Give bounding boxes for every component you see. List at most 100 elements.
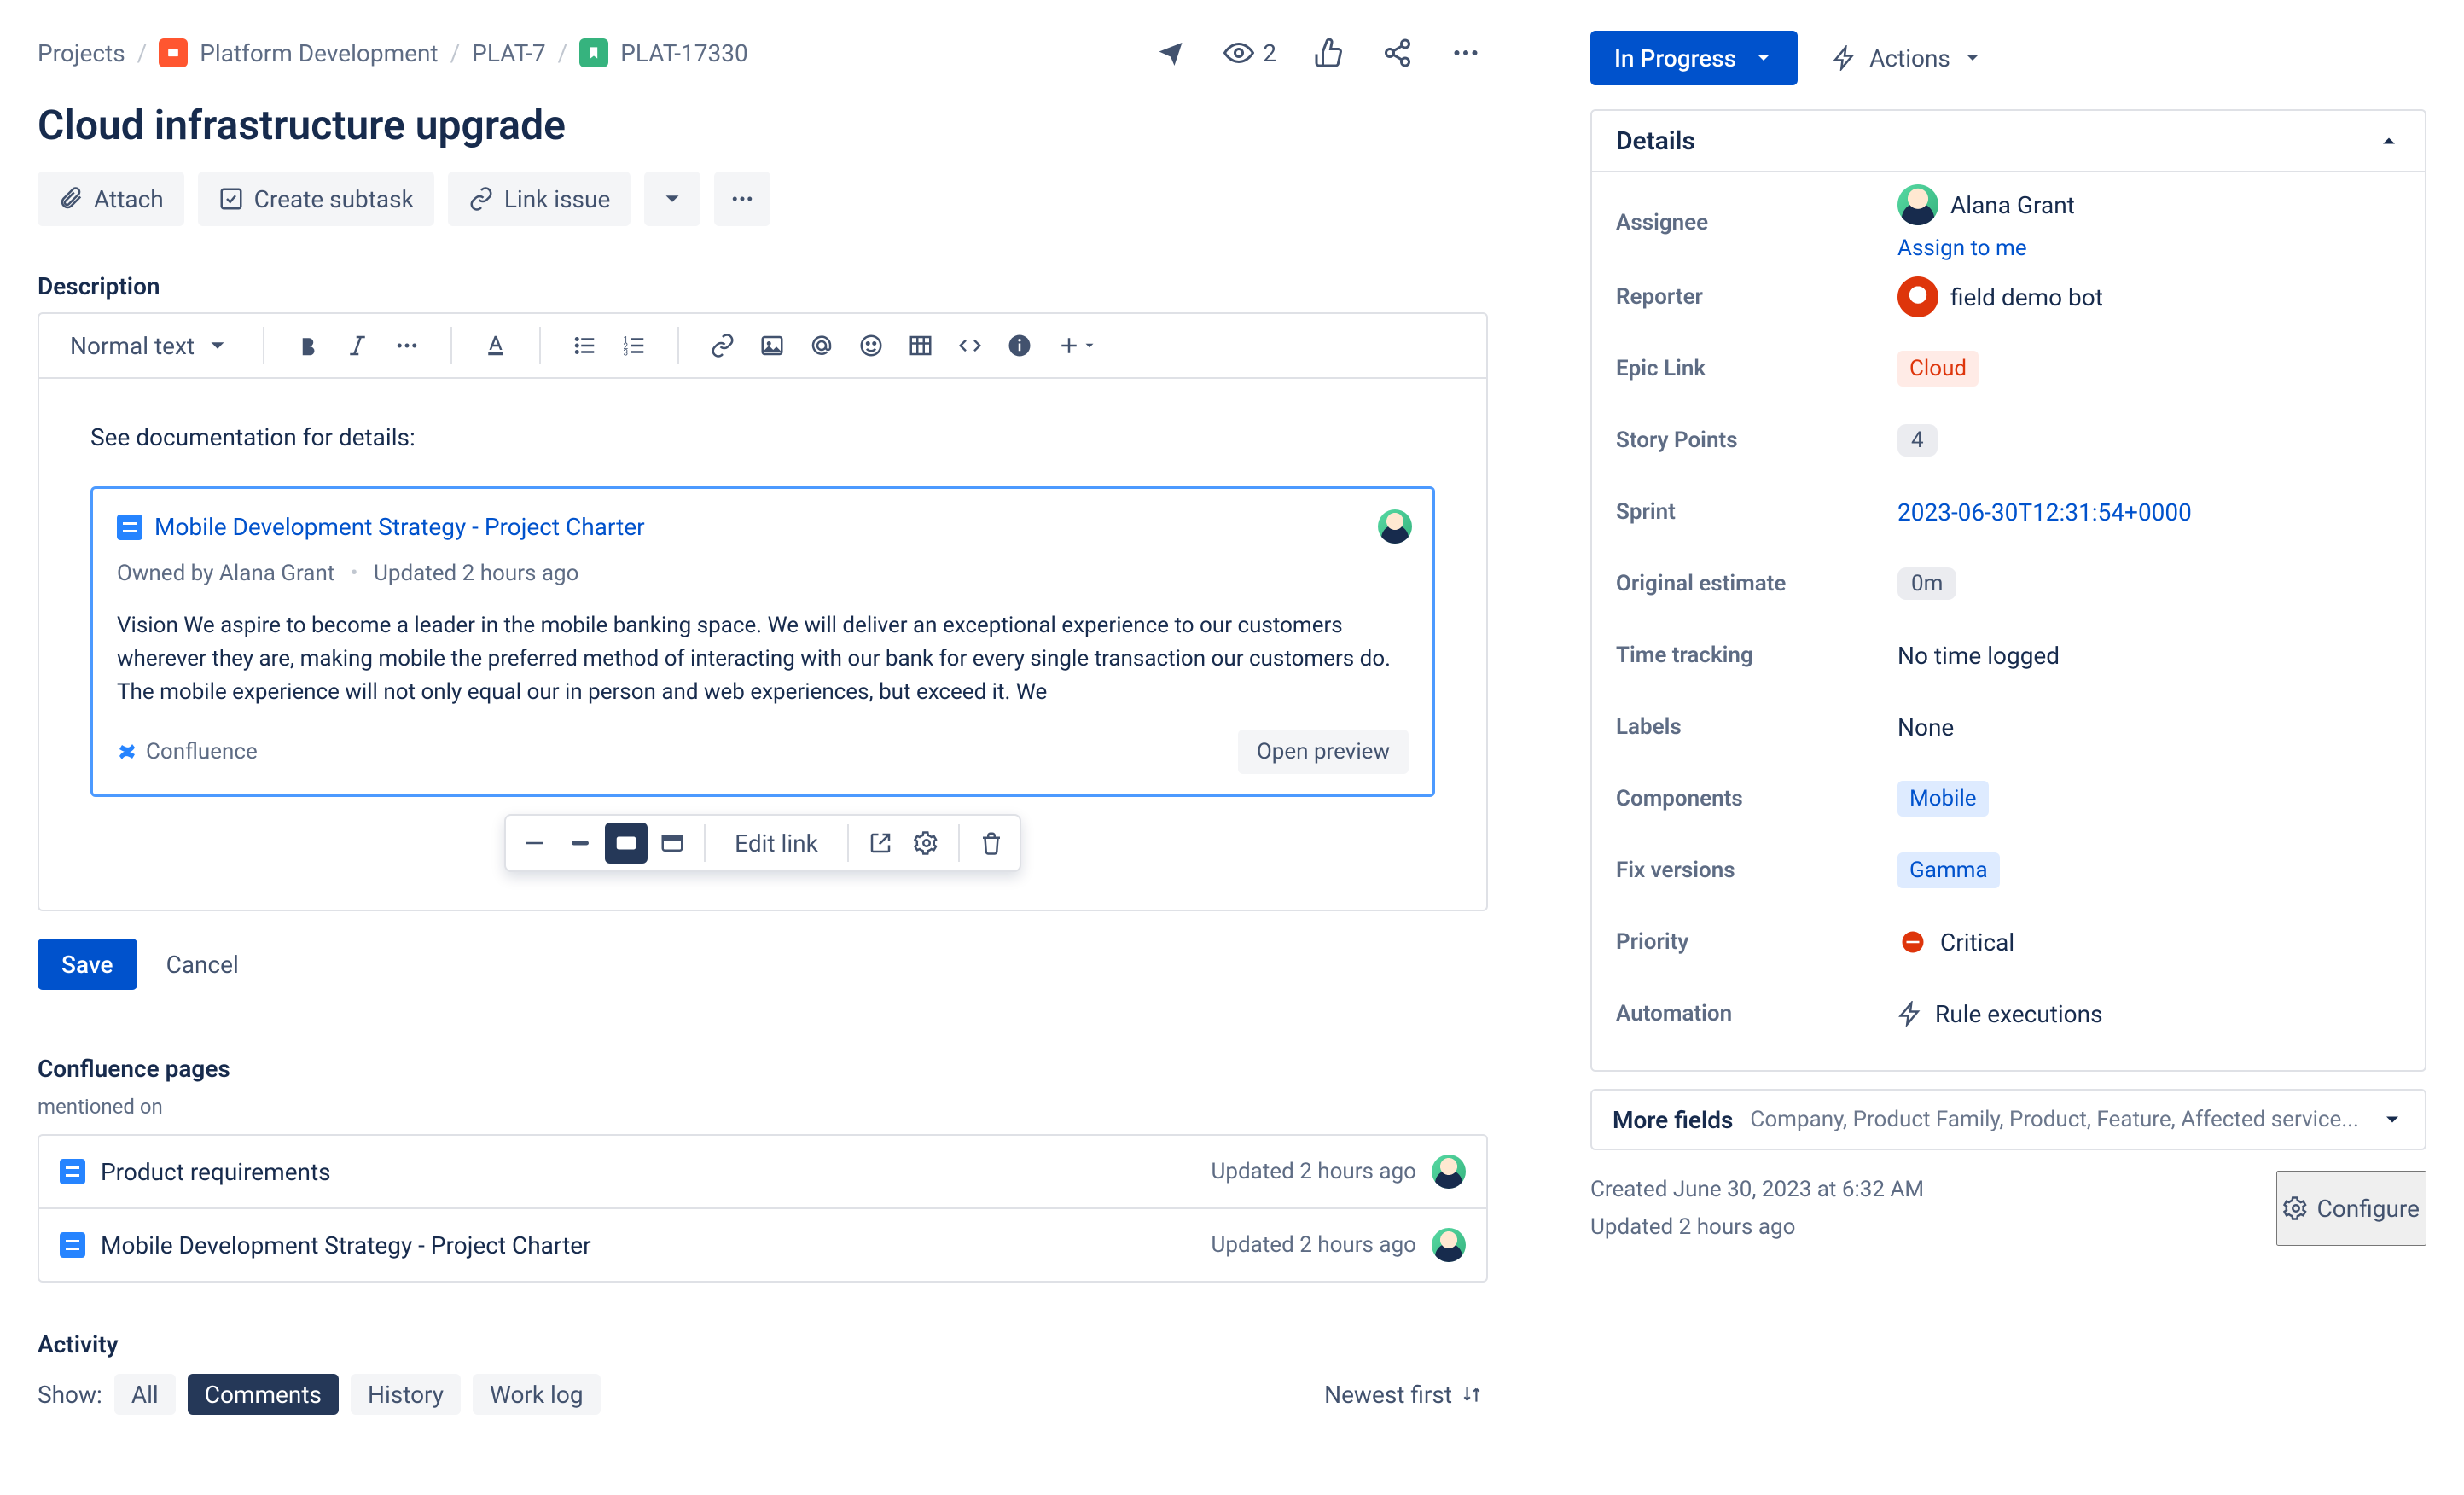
link-appearance-url-icon[interactable] (513, 823, 555, 864)
list-item[interactable]: Product requirements Updated 2 hours ago (39, 1136, 1486, 1207)
details-heading[interactable]: Details (1592, 111, 2425, 172)
updated-timestamp: Updated 2 hours ago (1590, 1208, 1924, 1246)
configure-button[interactable]: Configure (2276, 1171, 2426, 1246)
tab-comments[interactable]: Comments (188, 1374, 339, 1415)
smart-link-title[interactable]: Mobile Development Strategy - Project Ch… (154, 509, 645, 545)
feedback-icon[interactable] (1148, 31, 1193, 75)
assignee-value[interactable]: Alana Grant Assign to me (1897, 184, 2401, 261)
confluence-heading: Confluence pages (38, 1055, 1488, 1083)
more-fields-panel[interactable]: More fields Company, Product Family, Pro… (1590, 1089, 2426, 1150)
text-color-icon[interactable] (474, 325, 517, 366)
avatar (1897, 184, 1938, 225)
story-points-value[interactable]: 4 (1897, 424, 2401, 457)
automation-label: Automation (1616, 1001, 1897, 1027)
time-tracking-label: Time tracking (1616, 643, 1897, 668)
breadcrumb-projects[interactable]: Projects (38, 39, 125, 67)
document-icon (60, 1159, 85, 1184)
tab-history[interactable]: History (351, 1374, 461, 1415)
story-points-label: Story Points (1616, 428, 1897, 453)
editor-body[interactable]: See documentation for details: Mobile De… (39, 379, 1486, 910)
open-link-icon[interactable] (859, 823, 902, 864)
svg-text:3: 3 (624, 348, 629, 358)
image-icon[interactable] (751, 325, 793, 366)
cancel-button[interactable]: Cancel (161, 950, 244, 980)
epic-link-value[interactable]: Cloud (1897, 351, 2401, 387)
sprint-value[interactable]: 2023-06-30T12:31:54+0000 (1897, 498, 2401, 526)
time-tracking-value[interactable]: No time logged (1897, 642, 2401, 670)
create-subtask-button[interactable]: Create subtask (198, 172, 434, 226)
original-estimate-value[interactable]: 0m (1897, 567, 2401, 600)
tab-all[interactable]: All (114, 1374, 176, 1415)
link-appearance-card-icon[interactable] (605, 823, 648, 864)
fix-versions-label: Fix versions (1616, 858, 1897, 883)
italic-icon[interactable] (336, 325, 379, 366)
avatar (1432, 1155, 1466, 1189)
more-icon[interactable] (1444, 31, 1488, 75)
confluence-subheading: mentioned on (38, 1095, 1488, 1119)
watch-count: 2 (1263, 39, 1276, 67)
actions-dropdown[interactable]: Actions (1818, 31, 1996, 85)
smart-link-card[interactable]: Mobile Development Strategy - Project Ch… (90, 486, 1435, 797)
list-item[interactable]: Mobile Development Strategy - Project Ch… (39, 1207, 1486, 1281)
link-issue-button[interactable]: Link issue (448, 172, 631, 226)
link-appearance-inline-icon[interactable] (559, 823, 601, 864)
remove-link-icon[interactable] (970, 823, 1013, 864)
labels-label: Labels (1616, 714, 1897, 740)
breadcrumb-issue[interactable]: PLAT-17330 (620, 39, 747, 67)
edit-link-button[interactable]: Edit link (716, 823, 837, 864)
activity-heading: Activity (38, 1330, 1488, 1358)
mention-icon[interactable] (800, 325, 843, 366)
status-dropdown[interactable]: In Progress (1590, 31, 1798, 85)
info-icon[interactable] (998, 325, 1041, 366)
created-timestamp: Created June 30, 2023 at 6:32 AM (1590, 1171, 1924, 1208)
insert-icon[interactable] (1048, 325, 1106, 366)
tab-worklog[interactable]: Work log (473, 1374, 601, 1415)
attach-button[interactable]: Attach (38, 172, 184, 226)
numbered-list-icon[interactable]: 123 (613, 325, 655, 366)
avatar (1378, 509, 1412, 544)
link-appearance-embed-icon[interactable] (651, 823, 694, 864)
table-icon[interactable] (899, 325, 942, 366)
save-button[interactable]: Save (38, 939, 137, 990)
code-icon[interactable] (949, 325, 991, 366)
original-estimate-label: Original estimate (1616, 571, 1897, 596)
reporter-value[interactable]: field demo bot (1897, 276, 2401, 317)
emoji-icon[interactable] (850, 325, 892, 366)
confluence-list: Product requirements Updated 2 hours ago… (38, 1134, 1488, 1283)
text-style-select[interactable]: Normal text (60, 325, 241, 366)
bold-icon[interactable] (287, 325, 329, 366)
open-preview-button[interactable]: Open preview (1238, 730, 1409, 774)
priority-label: Priority (1616, 929, 1897, 955)
assign-to-me-link[interactable]: Assign to me (1897, 236, 2027, 261)
story-icon (579, 38, 608, 67)
activity-show-label: Show: (38, 1381, 102, 1409)
link-settings-icon[interactable] (905, 823, 948, 864)
automation-value[interactable]: Rule executions (1897, 1000, 2401, 1028)
share-icon[interactable] (1375, 31, 1420, 75)
bullet-list-icon[interactable] (563, 325, 606, 366)
document-icon (117, 515, 142, 540)
more-formatting-icon[interactable] (386, 325, 428, 366)
components-value[interactable]: Mobile (1897, 781, 2401, 817)
breadcrumb-epic[interactable]: PLAT-7 (472, 39, 546, 67)
link-icon[interactable] (701, 325, 744, 366)
description-intro: See documentation for details: (90, 420, 1435, 456)
sort-button[interactable]: Newest first (1319, 1380, 1488, 1410)
lightning-icon (1897, 1001, 1923, 1027)
assignee-label: Assignee (1616, 210, 1897, 236)
breadcrumb-project[interactable]: Platform Development (200, 39, 438, 67)
like-icon[interactable] (1307, 31, 1351, 75)
breadcrumb: Projects / Platform Development / PLAT-7… (38, 38, 748, 67)
editor-toolbar: Normal text 123 (39, 314, 1486, 379)
link-floating-toolbar: Edit link (504, 814, 1021, 872)
priority-value[interactable]: Critical (1897, 927, 2401, 957)
labels-value[interactable]: None (1897, 713, 2401, 742)
confluence-badge: Confluence (117, 736, 258, 769)
smart-link-body: Vision We aspire to become a leader in t… (117, 609, 1409, 709)
fix-versions-value[interactable]: Gamma (1897, 852, 2401, 888)
more-actions-button[interactable] (714, 172, 770, 226)
header-actions: 2 (1148, 31, 1488, 75)
link-issue-dropdown[interactable] (644, 172, 700, 226)
reporter-label: Reporter (1616, 284, 1897, 310)
watch-button[interactable]: 2 (1217, 31, 1283, 75)
